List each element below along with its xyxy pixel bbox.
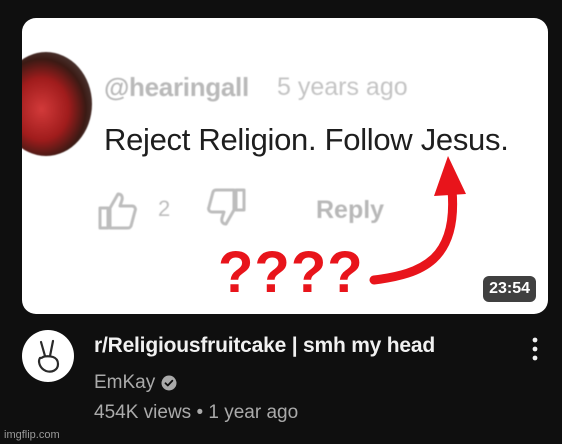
channel-row: EmKay <box>94 372 177 394</box>
red-question-marks: ???? <box>218 240 364 305</box>
like-count: 2 <box>158 196 171 221</box>
more-vert-icon[interactable] <box>528 334 542 364</box>
like-icon <box>98 192 137 230</box>
verified-icon <box>161 375 177 391</box>
video-thumbnail[interactable]: @hearingall 5 years ago Reject Religion.… <box>22 18 548 314</box>
channel-name[interactable]: EmKay <box>94 372 155 394</box>
video-title[interactable]: r/Religiousfruitcake | smh my head <box>94 334 435 358</box>
commenter-avatar <box>22 52 92 156</box>
peace-hand-icon <box>38 339 60 373</box>
watermark: imgflip.com <box>4 429 60 441</box>
video-meta: 454K views • 1 year ago <box>94 402 299 423</box>
comment-time-ago: 5 years ago <box>277 73 408 101</box>
duration-badge: 23:54 <box>483 276 536 302</box>
red-arrow <box>369 156 466 285</box>
dislike-icon <box>207 188 246 226</box>
channel-avatar[interactable] <box>22 330 74 382</box>
comment-handle: @hearingall <box>104 72 249 102</box>
